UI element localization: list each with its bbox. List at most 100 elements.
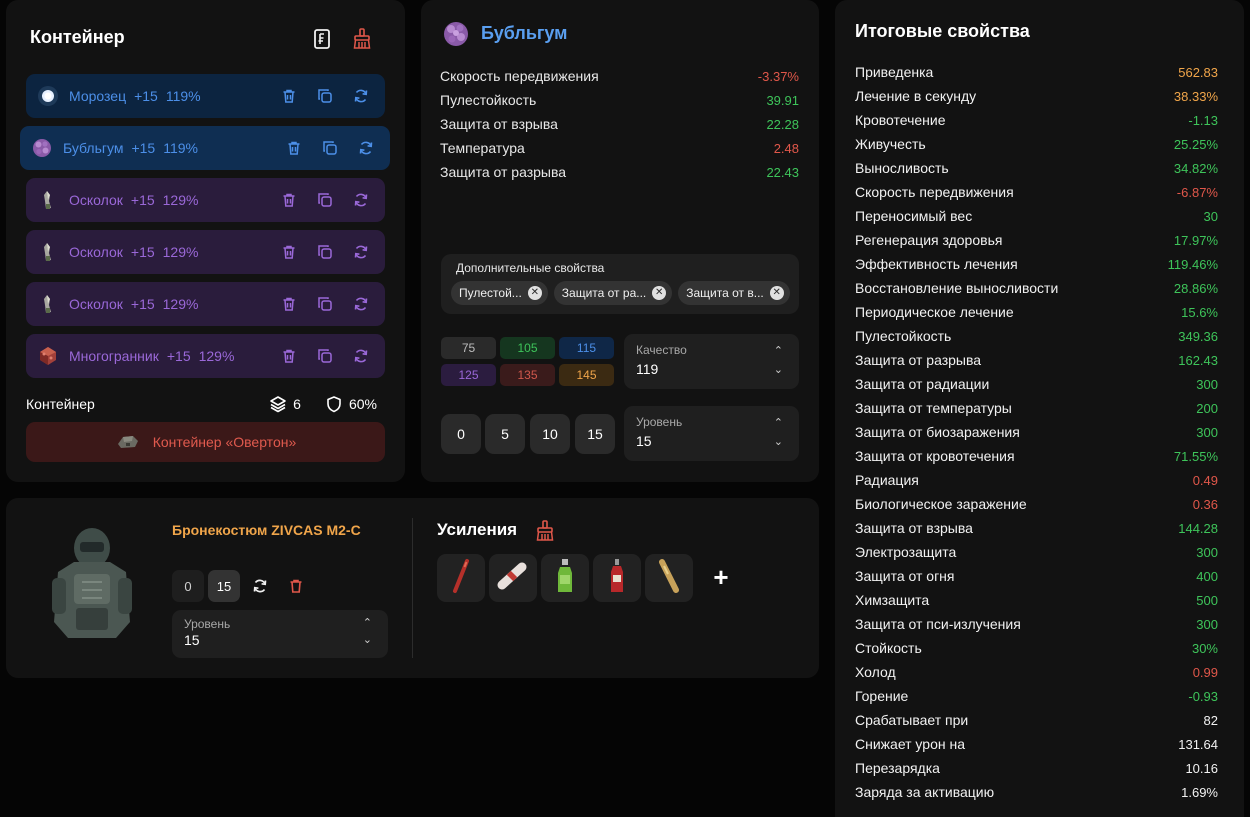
quality-option[interactable]: 75: [441, 337, 496, 359]
total-property-row: Выносливость 34.82%: [855, 156, 1218, 180]
quality-option[interactable]: 145: [559, 364, 614, 386]
refresh-icon[interactable]: [351, 294, 371, 314]
total-property-row: Стойкость 30%: [855, 636, 1218, 660]
total-property-row: Скорость передвижения -6.87%: [855, 180, 1218, 204]
boost-slot-stick[interactable]: [437, 554, 485, 602]
quality-option[interactable]: 135: [500, 364, 555, 386]
quality-option[interactable]: 125: [441, 364, 496, 386]
total-property-row: Лечение в секунду 38.33%: [855, 84, 1218, 108]
refresh-icon[interactable]: [250, 576, 270, 596]
close-icon[interactable]: ✕: [769, 286, 784, 300]
armor-level-select[interactable]: Уровень 15 ⌃ ⌄: [172, 610, 388, 658]
refresh-icon[interactable]: [351, 346, 371, 366]
refresh-icon[interactable]: [356, 138, 376, 158]
chevron-up-icon[interactable]: ⌃: [363, 616, 372, 629]
total-property-name: Защита от огня: [855, 568, 955, 584]
chevron-down-icon[interactable]: ⌄: [363, 633, 372, 646]
total-property-row: Защита от кровотечения 71.55%: [855, 444, 1218, 468]
document-icon[interactable]: [312, 28, 332, 50]
total-property-row: Приведенка 562.83: [855, 60, 1218, 84]
trash-icon[interactable]: [284, 138, 304, 158]
close-icon[interactable]: ✕: [652, 286, 667, 300]
trash-icon[interactable]: [286, 576, 306, 596]
container-select-button[interactable]: Контейнер «Овертон»: [26, 422, 385, 462]
total-property-name: Горение: [855, 688, 909, 704]
slot-quality: 129%: [162, 192, 199, 208]
total-property-name: Химзащита: [855, 592, 930, 608]
artifact-slot[interactable]: Осколок +15 129%: [26, 178, 385, 222]
container-icon: [115, 432, 141, 453]
copy-icon[interactable]: [315, 190, 335, 210]
artifact-slot[interactable]: Осколок +15 129%: [26, 282, 385, 326]
total-property-name: Защита от взрыва: [855, 520, 973, 536]
slot-name: Многогранник: [69, 348, 159, 364]
quality-label: Качество: [636, 343, 687, 357]
level-preset-button[interactable]: 15: [575, 414, 615, 454]
artifact-slot[interactable]: Осколок +15 129%: [26, 230, 385, 274]
copy-icon[interactable]: [320, 138, 340, 158]
chevron-up-icon[interactable]: ⌃: [774, 416, 783, 429]
refresh-icon[interactable]: [351, 242, 371, 262]
total-property-value: 300: [1196, 376, 1218, 392]
boost-slot-bandage[interactable]: [489, 554, 537, 602]
trash-icon[interactable]: [279, 86, 299, 106]
trash-icon[interactable]: [279, 242, 299, 262]
chevron-up-icon[interactable]: ⌃: [774, 344, 783, 357]
property-value: 22.28: [766, 116, 799, 132]
level-value: 15: [636, 433, 652, 449]
trash-icon[interactable]: [279, 190, 299, 210]
add-boost-button[interactable]: +: [709, 562, 733, 592]
property-row: Температура 2.48: [440, 136, 799, 160]
refresh-icon[interactable]: [351, 86, 371, 106]
total-property-value: 38.33%: [1173, 88, 1218, 104]
total-property-row: Электрозащита 300: [855, 540, 1218, 564]
chevron-down-icon[interactable]: ⌄: [774, 435, 783, 448]
artifact-slot[interactable]: Многогранник +15 129%: [26, 334, 385, 378]
slot-name: Осколок: [69, 192, 123, 208]
total-property-name: Эффективность лечения: [855, 256, 1018, 272]
level-preset-button[interactable]: 10: [530, 414, 570, 454]
close-icon[interactable]: ✕: [527, 286, 542, 300]
trash-icon[interactable]: [279, 346, 299, 366]
copy-icon[interactable]: [315, 86, 335, 106]
quality-option[interactable]: 105: [500, 337, 555, 359]
copy-icon[interactable]: [315, 242, 335, 262]
armor-level-15-button[interactable]: 15: [208, 570, 240, 602]
total-property-name: Переносимый вес: [855, 208, 973, 224]
total-property-row: Срабатывает при 82: [855, 708, 1218, 732]
artifact-slot[interactable]: Морозец +15 119%: [26, 74, 385, 118]
total-property-name: Срабатывает при: [855, 712, 969, 728]
boost-slot-syringe[interactable]: [645, 554, 693, 602]
container-footer-label: Контейнер: [26, 396, 95, 412]
boost-slot-green-bottle[interactable]: [541, 554, 589, 602]
armor-level-0-button[interactable]: 0: [172, 570, 204, 602]
artifact-panel: Бубльгум Скорость передвижения -3.37% Пуле…: [421, 0, 819, 482]
boost-slot-red-bottle[interactable]: [593, 554, 641, 602]
total-property-name: Электрозащита: [855, 544, 957, 560]
slot-quality: 119%: [163, 140, 198, 156]
armor-level-label: Уровень: [184, 617, 231, 631]
level-preset-button[interactable]: 5: [485, 414, 525, 454]
chevron-down-icon[interactable]: ⌄: [774, 363, 783, 376]
broom-icon[interactable]: [352, 28, 372, 50]
refresh-icon[interactable]: [351, 190, 371, 210]
artifact-slot[interactable]: Бубльгум +15 119%: [20, 126, 390, 170]
property-chip[interactable]: Пулестой... ✕: [451, 281, 548, 305]
total-property-value: 144.28: [1178, 520, 1218, 536]
copy-icon[interactable]: [315, 346, 335, 366]
property-chip[interactable]: Защита от ра... ✕: [553, 281, 673, 305]
property-row: Пулестойкость 39.91: [440, 88, 799, 112]
level-select[interactable]: Уровень 15 ⌃ ⌄: [624, 406, 799, 461]
level-preset-button[interactable]: 0: [441, 414, 481, 454]
artifact-title: Бубльгум: [481, 23, 568, 43]
broom-icon[interactable]: [535, 520, 555, 542]
quality-select[interactable]: Качество 119 ⌃ ⌄: [624, 334, 799, 389]
property-chip[interactable]: Защита от в... ✕: [678, 281, 790, 305]
total-property-value: 71.55%: [1173, 448, 1218, 464]
layers-icon: [269, 395, 287, 413]
property-name: Пулестойкость: [440, 92, 537, 108]
quality-option[interactable]: 115: [559, 337, 614, 359]
copy-icon[interactable]: [315, 294, 335, 314]
slot-quality: 129%: [162, 296, 199, 312]
trash-icon[interactable]: [279, 294, 299, 314]
